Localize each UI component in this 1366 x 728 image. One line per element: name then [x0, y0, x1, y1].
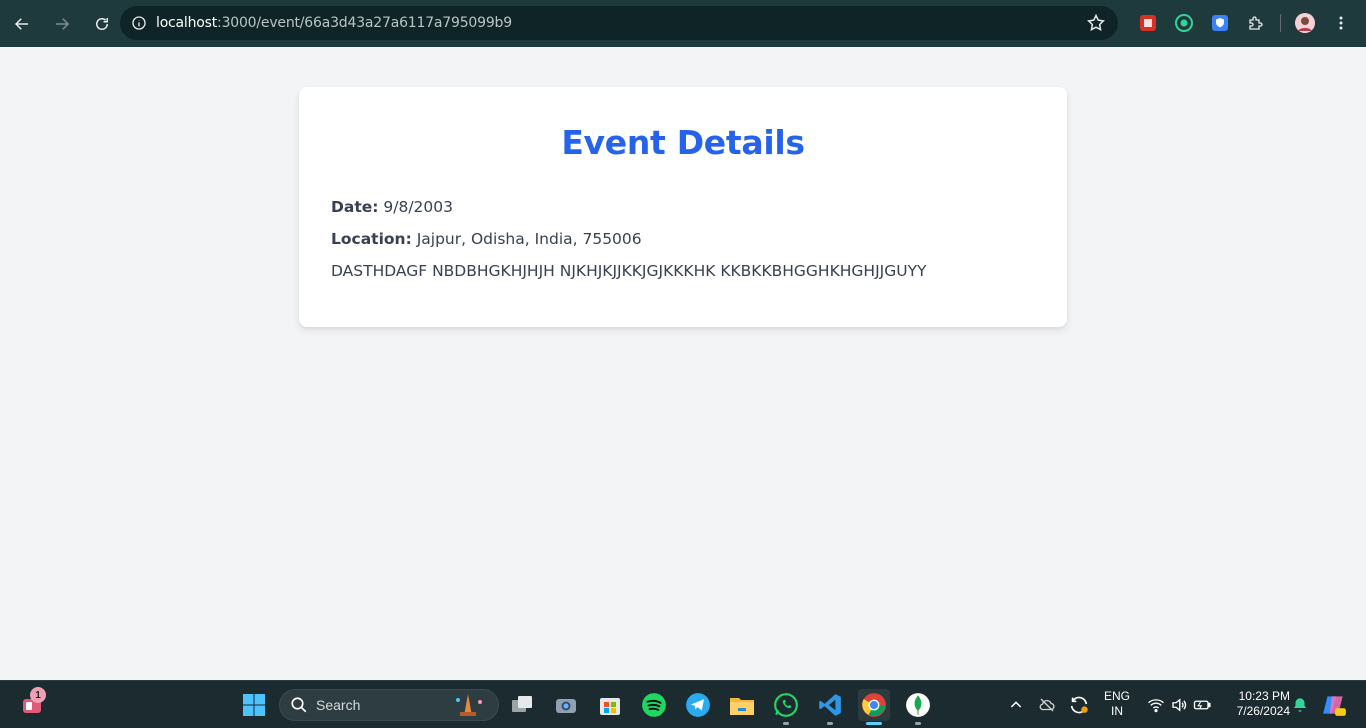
- event-info: Date: 9/8/2003 Location: Jajpur, Odisha,…: [331, 197, 1035, 281]
- copilot-icon[interactable]: [1318, 689, 1350, 721]
- page-title: Event Details: [561, 123, 805, 162]
- date-label: Date:: [331, 198, 379, 216]
- search-highlight-icon: [456, 694, 482, 716]
- address-bar[interactable]: localhost:3000/event/66a3d43a27a6117a795…: [120, 6, 1118, 40]
- cloud-offline-icon[interactable]: [1031, 689, 1063, 721]
- url-path: :3000/event/66a3d43a27a6117a795099b9: [217, 15, 512, 31]
- url-host: localhost: [156, 15, 218, 31]
- event-date: Date: 9/8/2003: [331, 197, 1035, 217]
- running-indicator: [915, 722, 921, 725]
- site-info-icon[interactable]: [122, 6, 156, 40]
- language-indicator[interactable]: ENG IN: [1097, 689, 1137, 719]
- region-code: IN: [1111, 704, 1123, 718]
- url-text[interactable]: localhost:3000/event/66a3d43a27a6117a795…: [156, 15, 512, 31]
- extension-red-icon[interactable]: [1130, 6, 1166, 40]
- clock-time: 10:23 PM: [1238, 689, 1290, 703]
- windows-start-icon[interactable]: [238, 689, 270, 721]
- event-location: Location: Jajpur, Odisha, India, 755006: [331, 229, 1035, 249]
- battery-icon: [1193, 700, 1211, 710]
- clock-date: 7/26/2024: [1236, 704, 1290, 718]
- arrow-right-icon: [56, 17, 70, 30]
- taskbar-search[interactable]: Search: [279, 689, 499, 721]
- running-indicator: [783, 722, 789, 725]
- reload-button[interactable]: [84, 6, 120, 42]
- mongodb-icon[interactable]: [902, 689, 934, 725]
- browser-toolbar: localhost:3000/event/66a3d43a27a6117a795…: [0, 0, 1366, 47]
- spotify-icon[interactable]: [638, 689, 670, 721]
- bell-icon[interactable]: [1284, 689, 1316, 721]
- reload-icon: [96, 17, 108, 30]
- date-value: 9/8/2003: [383, 198, 454, 216]
- telegram-icon[interactable]: [682, 689, 714, 721]
- active-indicator: [866, 722, 882, 725]
- search-icon: [291, 697, 307, 713]
- avatar-icon[interactable]: [1287, 6, 1323, 40]
- extension-target-icon[interactable]: [1166, 6, 1202, 40]
- notification-badge: 1: [30, 687, 46, 703]
- running-indicator: [827, 722, 833, 725]
- camera-icon[interactable]: [550, 689, 582, 721]
- task-view-icon[interactable]: [506, 689, 538, 721]
- puzzle-icon[interactable]: [1238, 6, 1274, 40]
- arrow-left-icon: [14, 17, 28, 30]
- whatsapp-icon[interactable]: [770, 689, 802, 725]
- search-label: Search: [316, 697, 361, 713]
- quick-settings[interactable]: [1139, 689, 1219, 721]
- extensions-area: [1130, 6, 1359, 40]
- microsoft-store-icon[interactable]: [594, 689, 626, 721]
- taskbar: 1 Search ENG IN 10:23 PM 7/26/2024: [0, 680, 1366, 728]
- volume-icon: [1172, 698, 1187, 712]
- extension-shield-icon[interactable]: [1202, 6, 1238, 40]
- location-label: Location:: [331, 230, 412, 248]
- chevron-up-icon[interactable]: [1000, 689, 1032, 721]
- forward-button[interactable]: [44, 6, 80, 42]
- star-icon[interactable]: [1086, 13, 1106, 33]
- event-details-card: Event Details Date: 9/8/2003 Location: J…: [299, 87, 1067, 327]
- back-button[interactable]: [4, 6, 40, 42]
- location-value: Jajpur, Odisha, India, 755006: [416, 230, 642, 248]
- kebab-menu-icon[interactable]: [1323, 6, 1359, 40]
- event-description: DASTHDAGF NBDBHGKHJHJH NJKHJKJJKKJGJKKKH…: [331, 262, 927, 280]
- file-explorer-icon[interactable]: [726, 689, 758, 721]
- vscode-icon[interactable]: [814, 689, 846, 725]
- clock[interactable]: 10:23 PM 7/26/2024: [1222, 689, 1290, 719]
- sync-icon[interactable]: [1063, 689, 1095, 721]
- wifi-icon: [1148, 699, 1164, 713]
- toolbar-divider: [1280, 14, 1281, 32]
- chrome-icon[interactable]: [858, 689, 890, 725]
- language-code: ENG: [1103, 689, 1130, 703]
